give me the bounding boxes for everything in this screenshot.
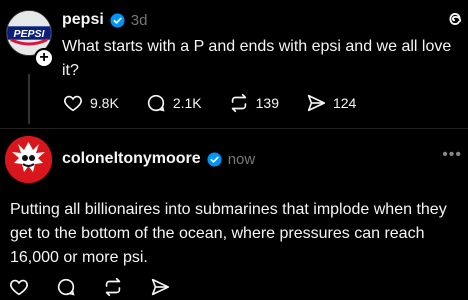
post-header: coloneltonymoore now: [62, 150, 255, 168]
colonel-avatar-image: [5, 136, 52, 183]
share-button[interactable]: 124: [305, 92, 356, 114]
like-count: 9.8K: [90, 95, 119, 111]
follow-button[interactable]: +: [34, 48, 54, 68]
like-button[interactable]: [8, 276, 30, 298]
plus-icon: +: [39, 49, 49, 66]
share-icon: [307, 94, 326, 112]
repost-count: 139: [255, 95, 279, 111]
reply-count: 2.1K: [172, 95, 202, 111]
repost-icon: [231, 93, 246, 113]
divider: [0, 128, 468, 129]
comment-icon: [147, 94, 165, 112]
username[interactable]: pepsi: [62, 11, 104, 29]
threads-icon[interactable]: [444, 8, 466, 30]
avatar-logo-text: PEPSI: [14, 28, 46, 40]
share-count: 124: [332, 95, 357, 111]
verified-badge-icon: [110, 12, 125, 28]
reply-button[interactable]: 2.1K: [145, 92, 202, 114]
verified-badge-icon: [207, 151, 222, 167]
repost-button[interactable]: 139: [228, 92, 279, 114]
username[interactable]: coloneltonymoore: [62, 150, 201, 168]
heart-icon: [64, 95, 82, 112]
thread-line: [28, 74, 30, 124]
post-header: pepsi 3d: [62, 11, 147, 29]
share-button[interactable]: [149, 276, 171, 298]
avatar[interactable]: [5, 136, 52, 183]
like-button[interactable]: 9.8K: [62, 92, 119, 114]
post-text: Putting all billionaires into submarines…: [10, 201, 447, 266]
post-time: 3d: [130, 11, 148, 29]
repost-button[interactable]: [102, 276, 124, 298]
post-text: What starts with a P and ends with epsi …: [62, 38, 452, 79]
post-actions: 9.8K 2.1K 139 124: [62, 92, 356, 114]
reply-button[interactable]: [55, 276, 77, 298]
post-time: now: [227, 150, 256, 168]
post-actions: [8, 276, 171, 298]
more-options-icon[interactable]: •••: [442, 146, 462, 164]
